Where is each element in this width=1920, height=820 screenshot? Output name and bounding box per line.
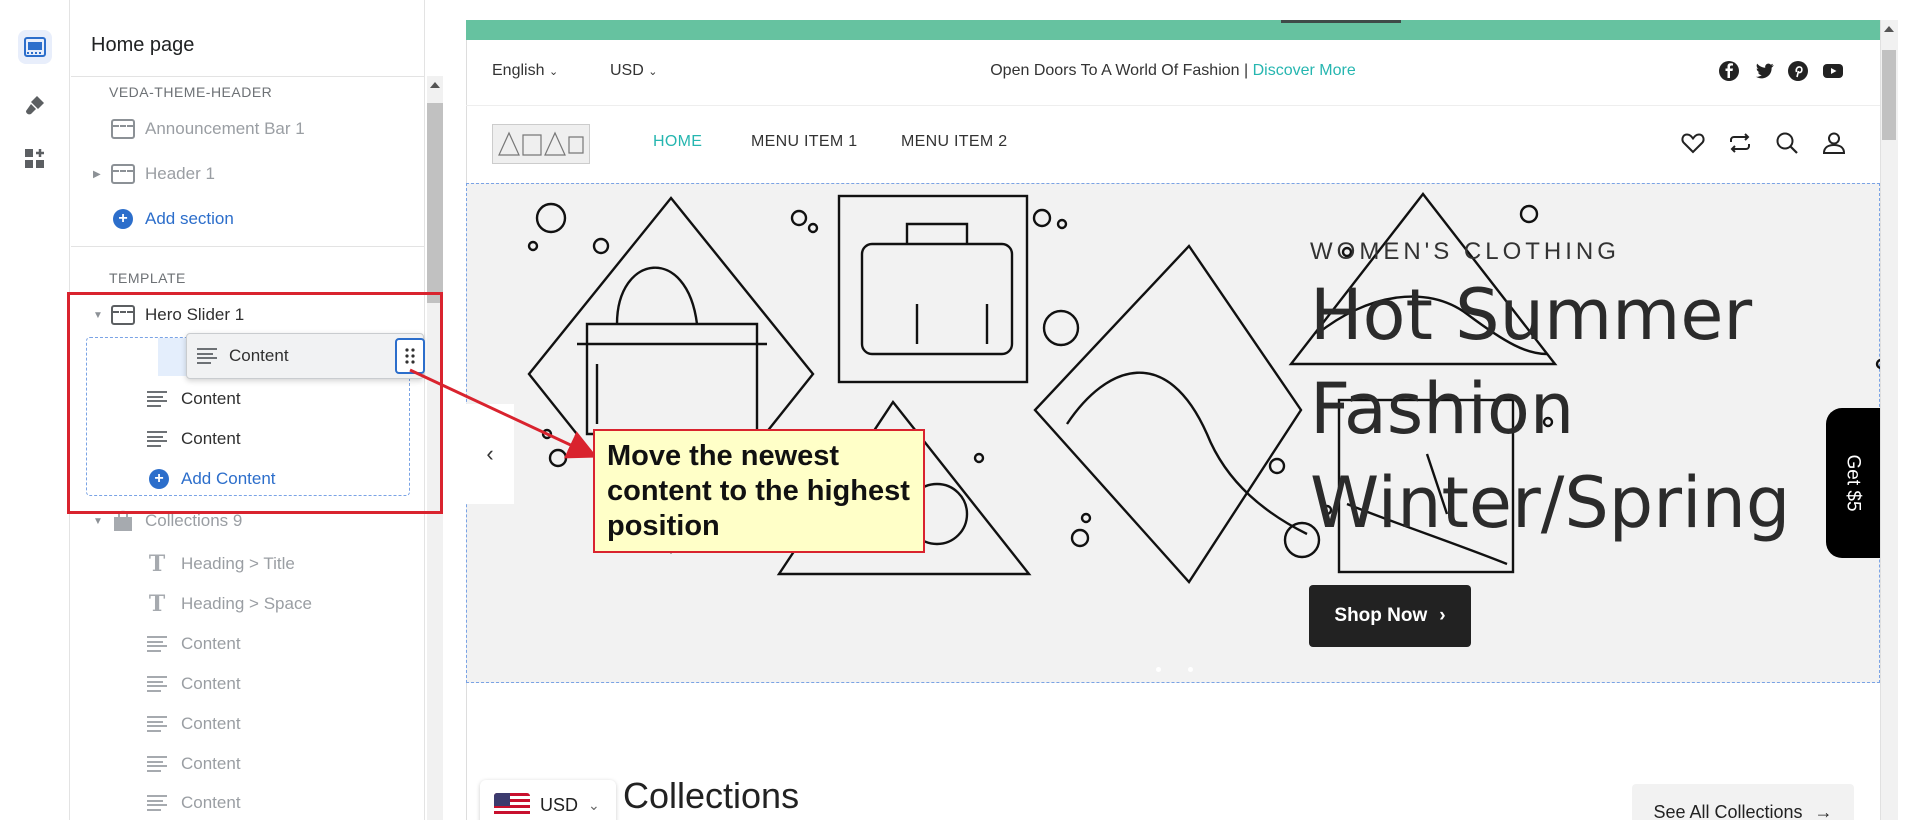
pinterest-icon[interactable] xyxy=(1787,60,1809,82)
see-all-label: See All Collections xyxy=(1653,801,1803,820)
sidebar-item-content[interactable]: Content xyxy=(71,627,404,661)
sidebar-item-content[interactable]: Content xyxy=(71,786,404,820)
announcement-text: Open Doors To A World Of Fashion | Disco… xyxy=(466,62,1880,80)
divider xyxy=(71,76,424,77)
lines-icon xyxy=(147,716,167,732)
sidebar-scrollbar-thumb[interactable] xyxy=(427,103,443,303)
sidebar-item-header[interactable]: ▶ Header 1 xyxy=(71,157,404,191)
sidebar-item-label: Content xyxy=(181,793,241,812)
hero-title: Hot Summer Fashion Winter/Spring xyxy=(1310,274,1791,544)
caret-right-icon[interactable]: ▶ xyxy=(93,169,101,180)
currency-selector-floating[interactable]: USD ⌄ xyxy=(480,780,616,820)
slider-dot[interactable] xyxy=(1188,667,1193,672)
lines-icon xyxy=(147,795,167,811)
wishlist-heart-icon[interactable] xyxy=(1680,130,1706,156)
sidebar-item-label: Content xyxy=(181,754,241,773)
sidebar-item-label: Content xyxy=(181,674,241,693)
arrow-right-icon: → xyxy=(1814,801,1833,820)
nav-link-menu-item-2[interactable]: MENU ITEM 2 xyxy=(901,133,1007,151)
add-section-label: Add section xyxy=(145,209,234,228)
chevron-right-icon: › xyxy=(1439,605,1446,626)
announcement-message: Open Doors To A World Of Fashion | xyxy=(990,62,1249,79)
slider-dot[interactable] xyxy=(1156,667,1161,672)
collections-heading: Collections xyxy=(623,775,800,816)
apps-icon[interactable] xyxy=(18,142,52,176)
sidebar-item-label: Content xyxy=(181,714,241,733)
sidebar-item-label: Header 1 xyxy=(145,164,215,183)
us-flag-icon xyxy=(494,793,530,817)
section-icon xyxy=(111,119,135,139)
slider-prev-button[interactable]: ‹ xyxy=(466,404,514,504)
icon-rail xyxy=(0,0,70,820)
text-icon: T xyxy=(148,591,166,617)
sidebar-item-heading-space[interactable]: T Heading > Space xyxy=(71,587,404,621)
sidebar-item-label: Announcement Bar 1 xyxy=(145,119,305,138)
chevron-left-icon: ‹ xyxy=(486,441,494,466)
theme-settings-brush-icon[interactable] xyxy=(18,88,52,122)
sidebar-item-content[interactable]: Content xyxy=(71,707,404,741)
header-group-label: VEDA-THEME-HEADER xyxy=(109,84,273,100)
account-icon[interactable] xyxy=(1821,130,1847,156)
storefront-preview: English ⌄ USD ⌄ Open Doors To A World Of… xyxy=(466,20,1880,820)
sections-icon[interactable] xyxy=(18,30,52,64)
sidebar-item-content[interactable]: Content xyxy=(71,667,404,701)
nav-link-menu-item-1[interactable]: MENU ITEM 1 xyxy=(751,133,857,151)
section-icon xyxy=(111,164,135,184)
template-group-label: TEMPLATE xyxy=(109,270,186,286)
lines-icon xyxy=(147,636,167,652)
announcement-top-bar xyxy=(466,20,1880,40)
twitter-icon[interactable] xyxy=(1753,60,1775,82)
scroll-up-arrow-icon[interactable] xyxy=(430,82,440,88)
compare-icon[interactable] xyxy=(1727,130,1753,156)
sidebar-item-label: Content xyxy=(181,634,241,653)
annotation-highlight-box xyxy=(67,292,443,514)
get-discount-tab[interactable]: Get $5 xyxy=(1826,408,1880,558)
shop-now-button[interactable]: Shop Now › xyxy=(1309,585,1471,647)
get-discount-label: Get $5 xyxy=(1843,454,1865,512)
discover-more-link[interactable]: Discover More xyxy=(1253,62,1356,79)
add-section-button[interactable]: + Add section xyxy=(71,202,404,236)
page-title: Home page xyxy=(91,34,195,56)
preview-scrollbar-thumb[interactable] xyxy=(1882,50,1896,140)
sidebar-item-label: Collections 9 xyxy=(145,511,243,530)
see-all-collections-button[interactable]: See All Collections → xyxy=(1632,784,1854,820)
sidebar-item-content[interactable]: Content xyxy=(71,747,404,781)
chevron-down-icon: ⌄ xyxy=(588,796,600,813)
caret-down-icon[interactable]: ▼ xyxy=(93,516,103,527)
sidebar-item-label: Heading > Space xyxy=(181,594,312,613)
top-bar-tab xyxy=(1281,20,1401,23)
text-icon: T xyxy=(148,551,166,577)
search-icon[interactable] xyxy=(1774,130,1800,156)
sidebar-item-heading-title[interactable]: T Heading > Title xyxy=(71,547,404,581)
preview-scrollbar[interactable] xyxy=(1880,20,1898,820)
sidebar-item-label: Heading > Title xyxy=(181,554,295,573)
currency-label: USD xyxy=(540,794,579,815)
nav-link-home[interactable]: HOME xyxy=(653,133,702,151)
scroll-up-arrow-icon[interactable] xyxy=(1884,26,1894,32)
shop-now-label: Shop Now xyxy=(1334,605,1428,626)
facebook-icon[interactable] xyxy=(1718,60,1740,82)
divider xyxy=(71,246,424,247)
hero-eyebrow: WOMEN'S CLOTHING xyxy=(1310,238,1620,265)
store-logo[interactable] xyxy=(492,124,590,164)
annotation-callout: Move the newest content to the highest p… xyxy=(593,429,925,553)
plus-circle-icon: + xyxy=(113,209,133,229)
sidebar-item-announcement-bar[interactable]: Announcement Bar 1 xyxy=(71,112,404,146)
youtube-icon[interactable] xyxy=(1822,60,1844,82)
lines-icon xyxy=(147,756,167,772)
lines-icon xyxy=(147,676,167,692)
